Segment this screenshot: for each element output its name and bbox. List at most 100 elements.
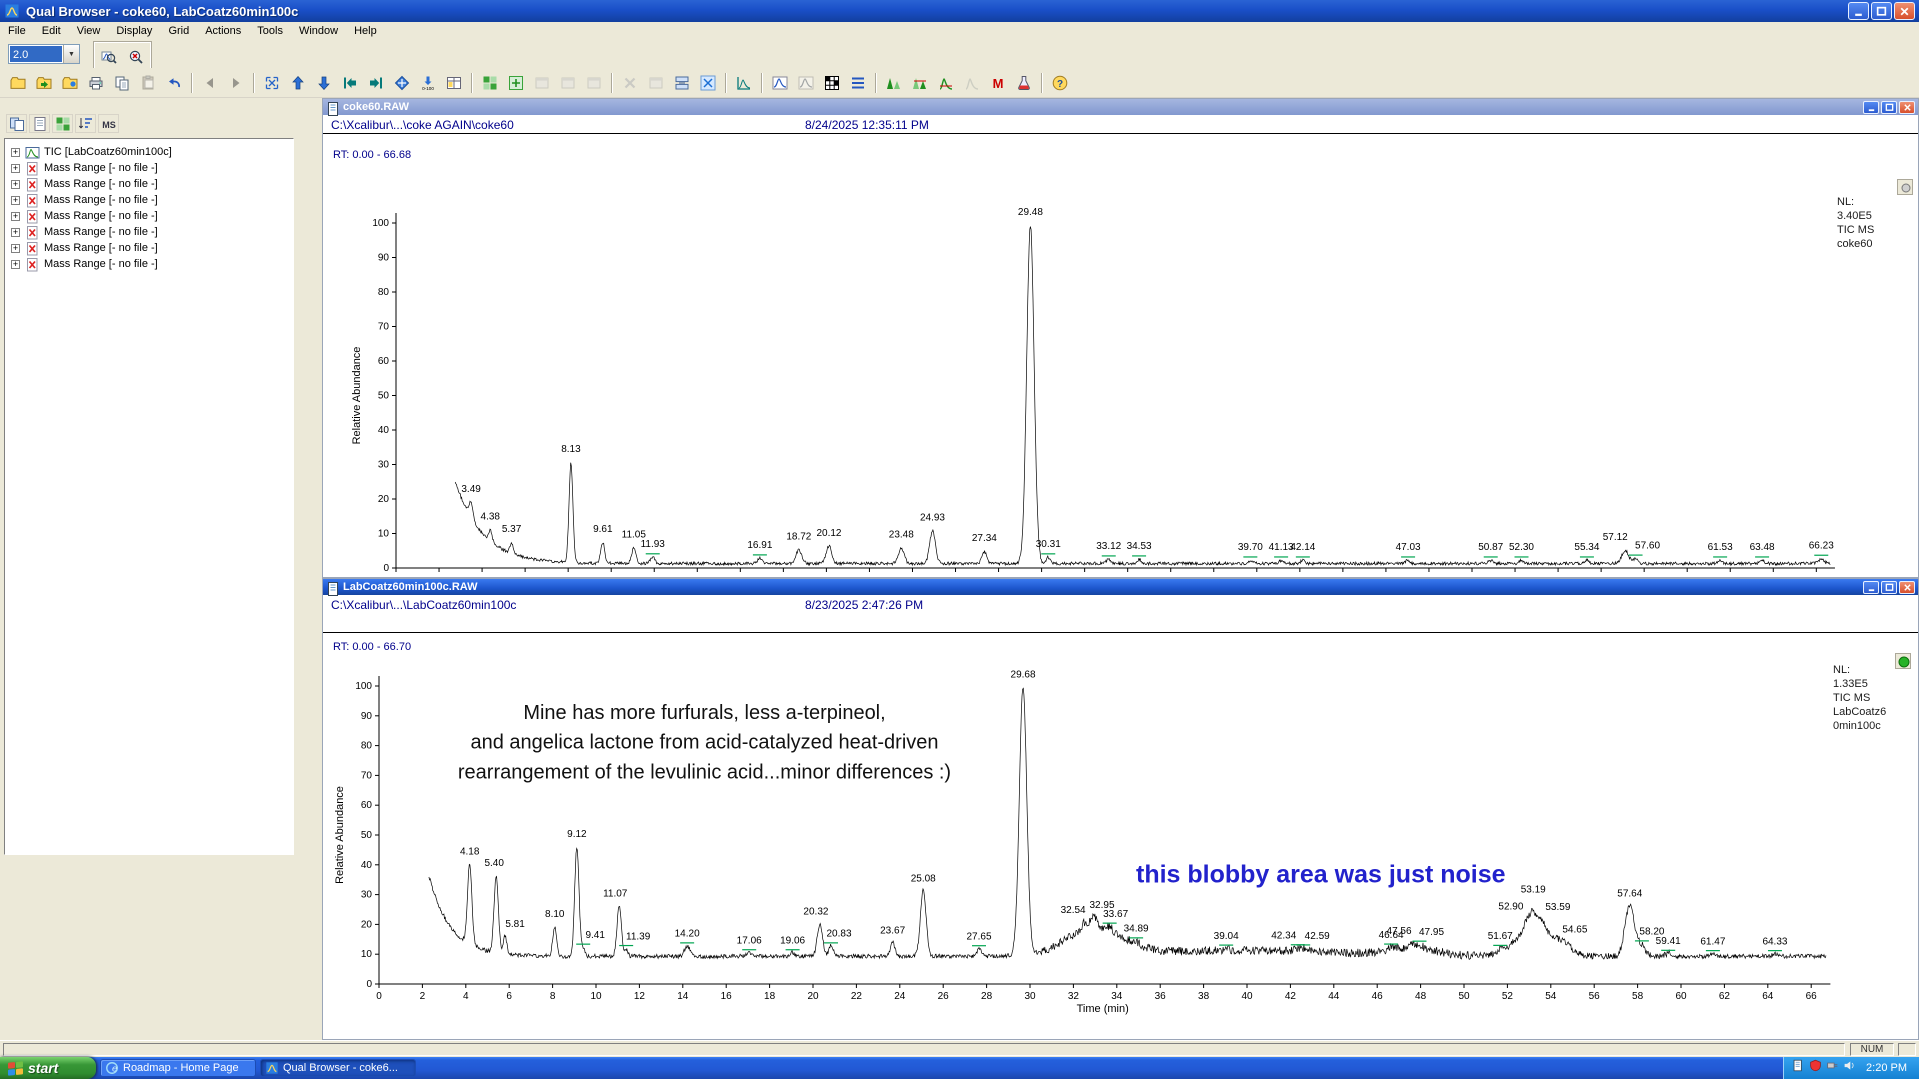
view-grid-button[interactable]: [52, 114, 73, 133]
cell-maximize-button[interactable]: [1881, 581, 1897, 594]
scan-header-button[interactable]: [845, 70, 871, 96]
chromatogram-coke60[interactable]: 0102030405060708090100Relative Abundance…: [323, 134, 1918, 578]
x-tick-label: 0: [376, 991, 382, 1002]
split-cell-button[interactable]: [669, 70, 695, 96]
normalize-button[interactable]: 0-100: [415, 70, 441, 96]
y-tick-label: 0: [383, 563, 389, 574]
tree-expander[interactable]: +: [11, 180, 20, 189]
tree-item-7[interactable]: +Mass Range [- no file -]: [5, 256, 293, 272]
cell-close-button[interactable]: [1899, 581, 1915, 594]
print-button[interactable]: [83, 70, 109, 96]
tree-expander[interactable]: +: [11, 164, 20, 173]
tray-volume-icon[interactable]: [1843, 1059, 1856, 1077]
active-pin-button[interactable]: [1895, 653, 1911, 669]
maximize-button[interactable]: [1871, 2, 1892, 20]
open-raw-file-button[interactable]: [31, 70, 57, 96]
view-ms-button[interactable]: MS: [98, 114, 119, 133]
view-sort-button[interactable]: [75, 114, 96, 133]
peak-label: 11.93: [641, 539, 666, 550]
tree-item-3[interactable]: +Mass Range [- no file -]: [5, 192, 293, 208]
cell-minimize-button[interactable]: [1863, 581, 1879, 594]
tree-item-4[interactable]: +Mass Range [- no file -]: [5, 208, 293, 224]
start-button[interactable]: start: [0, 1057, 96, 1079]
pan-left-button[interactable]: [337, 70, 363, 96]
tree-expander[interactable]: +: [11, 244, 20, 253]
chromatogram-labcoatz[interactable]: 0102030405060708090100024681012141618202…: [323, 634, 1918, 1040]
x-tick-label: 46: [1372, 991, 1384, 1002]
tree-expander[interactable]: +: [11, 260, 20, 269]
tree-expander[interactable]: +: [11, 196, 20, 205]
document-icon: [326, 581, 339, 594]
tree-item-6[interactable]: +Mass Range [- no file -]: [5, 240, 293, 256]
scale-combobox[interactable]: 2.0 ▼: [8, 44, 80, 64]
cell-minimize-button[interactable]: [1863, 101, 1879, 114]
menu-item-grid[interactable]: Grid: [160, 22, 197, 39]
toolbar-top: 2.0 ▼: [0, 40, 1919, 68]
chromatogram-view-button[interactable]: [731, 70, 757, 96]
menu-item-window[interactable]: Window: [291, 22, 346, 39]
peak-detection-button[interactable]: [881, 70, 907, 96]
library-search-button[interactable]: M: [985, 70, 1011, 96]
pin-icon: [1898, 180, 1914, 196]
tree-item-5[interactable]: +Mass Range [- no file -]: [5, 224, 293, 240]
tree-expander[interactable]: +: [11, 228, 20, 237]
scale-down-button[interactable]: [311, 70, 337, 96]
menu-item-tools[interactable]: Tools: [249, 22, 291, 39]
close-button[interactable]: [1894, 2, 1915, 20]
scale-up-button[interactable]: [285, 70, 311, 96]
auto-range-button[interactable]: [389, 70, 415, 96]
minimize-button[interactable]: [1848, 2, 1869, 20]
open-file-button[interactable]: [5, 70, 31, 96]
peak-integration-button[interactable]: [907, 70, 933, 96]
zoom-tool-button[interactable]: [96, 44, 122, 70]
pan-right-button[interactable]: [363, 70, 389, 96]
baseline-button[interactable]: [933, 70, 959, 96]
tray-usb-icon[interactable]: [1826, 1059, 1839, 1077]
open-result-file-button[interactable]: [57, 70, 83, 96]
tree-item-0[interactable]: +TIC [LabCoatz60min100c]: [5, 144, 293, 160]
task-label: Roadmap - Home Page: [123, 1062, 239, 1074]
menu-item-display[interactable]: Display: [108, 22, 160, 39]
display-options-button[interactable]: [441, 70, 467, 96]
undo-button[interactable]: [161, 70, 187, 96]
taskbar-task-1[interactable]: Qual Browser - coke6...: [260, 1059, 416, 1077]
taskbar-task-0[interactable]: eRoadmap - Home Page: [100, 1059, 256, 1077]
cell-maximize-button[interactable]: [1881, 101, 1897, 114]
windows-flag-icon: [8, 1061, 23, 1075]
menu-item-help[interactable]: Help: [346, 22, 385, 39]
tree-item-2[interactable]: +Mass Range [- no file -]: [5, 176, 293, 192]
chevron-down-icon[interactable]: ▼: [63, 45, 79, 63]
reset-scaling-button[interactable]: [259, 70, 285, 96]
expand-cell-button[interactable]: [695, 70, 721, 96]
insert-cell-above-button[interactable]: [477, 70, 503, 96]
tree-item-1[interactable]: +Mass Range [- no file -]: [5, 160, 293, 176]
tree-expander[interactable]: +: [11, 212, 20, 221]
insert-cell-button[interactable]: [503, 70, 529, 96]
sample-information-button[interactable]: [1011, 70, 1037, 96]
copy-button[interactable]: [109, 70, 135, 96]
peak-label: 20.83: [826, 929, 851, 940]
tree-expander[interactable]: +: [11, 148, 20, 157]
menu-item-view[interactable]: View: [69, 22, 109, 39]
cell-title-bar[interactable]: coke60.RAW: [323, 99, 1918, 115]
cell-title-bar[interactable]: LabCoatz60min100c.RAW: [323, 579, 1918, 595]
y-tick-label: 10: [378, 529, 390, 540]
view-report-button[interactable]: [29, 114, 50, 133]
pin-button[interactable]: [1897, 179, 1913, 195]
view-info-button[interactable]: [6, 114, 27, 133]
spectrum-view-button[interactable]: [767, 70, 793, 96]
svg-text:M: M: [993, 76, 1004, 91]
tray-shield-icon[interactable]: [1809, 1059, 1822, 1077]
x-tick-label: 44: [1328, 991, 1340, 1002]
map-view-button[interactable]: [819, 70, 845, 96]
menu-item-actions[interactable]: Actions: [197, 22, 249, 39]
menu-item-file[interactable]: File: [0, 22, 34, 39]
title-bar[interactable]: Qual Browser - coke60, LabCoatz60min100c: [0, 0, 1919, 22]
tray-document-icon[interactable]: [1792, 1059, 1805, 1077]
zoom-reset-button[interactable]: [123, 44, 149, 70]
forward-button: [223, 70, 249, 96]
menu-item-edit[interactable]: Edit: [34, 22, 69, 39]
help-icon: ?: [1052, 75, 1068, 91]
help-button[interactable]: ?: [1047, 70, 1073, 96]
cell-close-button[interactable]: [1899, 101, 1915, 114]
